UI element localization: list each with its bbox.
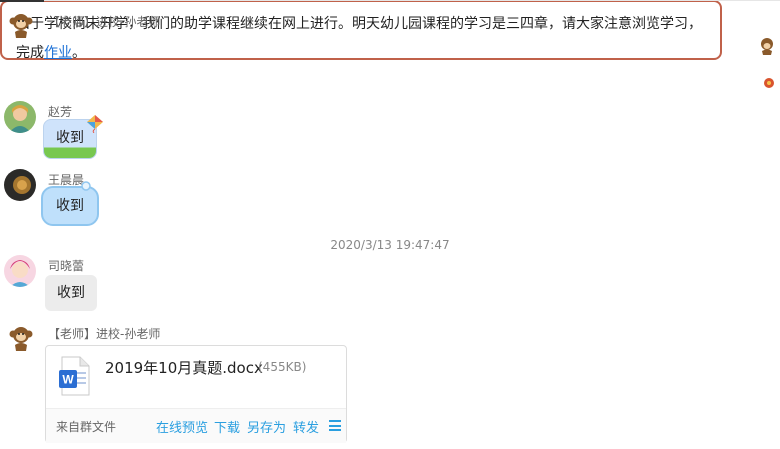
file-card[interactable]: W 2019年10月真题.docx (455KB) 来自群文件 在线预览 下载 … [45,345,347,443]
svg-text:W: W [62,373,74,387]
sender-name: 【老师】进校-孙老师 [48,327,161,341]
bubble-decoration-icon [81,181,91,191]
message-text-end: 。 [72,45,86,61]
message-bubble: 收到 [41,186,99,226]
save-as-button[interactable]: 另存为 [247,417,286,436]
file-footer: 来自群文件 在线预览 下载 另存为 转发 [46,408,346,443]
user-avatar-zhaofang[interactable] [4,101,36,133]
sender-name: 赵芳 [48,105,73,119]
top-divider [0,0,780,1]
file-name: 2019年10月真题.docx [105,359,263,377]
user-avatar-sixiaolei[interactable] [4,255,36,287]
avatar-image-icon [4,169,36,201]
sender-name: 【老师】进校-孙老师 [48,15,161,29]
preview-online-button[interactable]: 在线预览 [156,417,208,436]
file-size: (455KB) [258,360,307,374]
flower-decoration-icon [764,78,774,88]
monkey-decoration-icon [761,38,773,55]
homework-link[interactable]: 作业 [44,45,72,61]
file-info[interactable]: W 2019年10月真题.docx (455KB) [46,346,346,408]
message-bubble: 收到 [45,275,97,311]
avatar-image-icon [4,101,36,133]
download-button[interactable]: 下载 [214,417,240,436]
avatar-image-icon [4,255,36,287]
word-doc-icon: W [59,356,90,396]
teacher-avatar[interactable] [6,10,36,40]
sender-name: 司晓蕾 [48,259,85,273]
top-scroll-mark [0,0,44,2]
file-source-label: 来自群文件 [56,420,117,434]
monkey-icon [9,327,33,351]
forward-button[interactable]: 转发 [293,417,319,436]
message-timestamp: 2020/3/13 19:47:47 [330,238,450,252]
kite-decoration-icon [87,115,103,133]
monkey-icon [9,14,33,38]
user-avatar-wangchenchen[interactable] [4,169,36,201]
teacher-avatar[interactable] [6,323,36,353]
more-menu-icon[interactable] [329,420,341,431]
teacher-message-bubble: 由于学校尚未开学，我们的助学课程继续在网上进行。明天幼儿园课程的学习是三四章，请… [0,0,722,61]
